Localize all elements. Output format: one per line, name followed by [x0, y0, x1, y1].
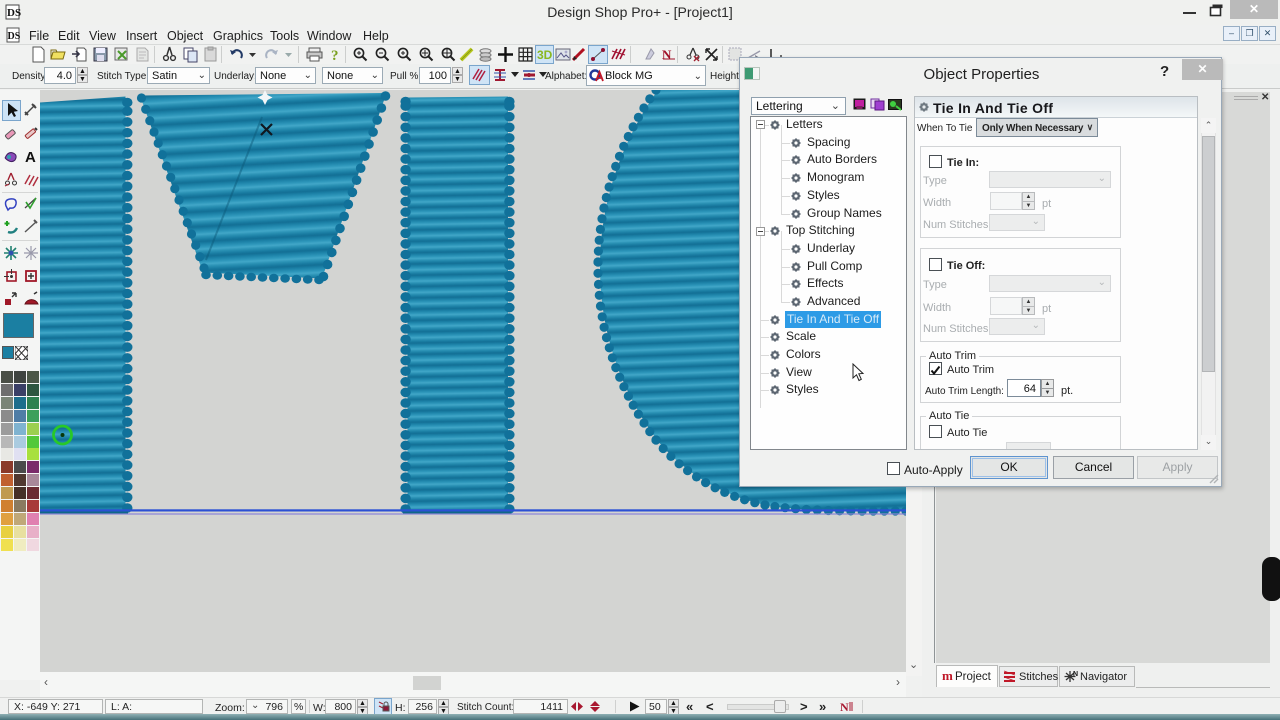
svg-text:DS: DS [8, 31, 21, 42]
svg-text:N: N [840, 700, 849, 713]
svg-text:3D: 3D [537, 48, 553, 62]
svg-text:DS: DS [7, 7, 21, 19]
svg-text:N: N [1073, 671, 1078, 678]
svg-text:?: ? [331, 48, 339, 63]
svg-text:N: N [662, 47, 672, 62]
